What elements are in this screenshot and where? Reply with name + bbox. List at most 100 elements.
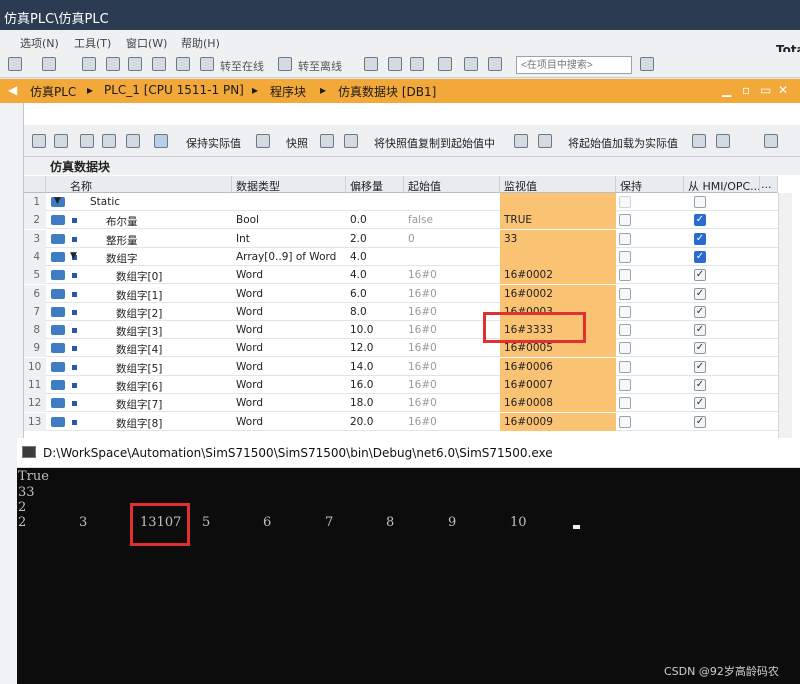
hmi-checkbox[interactable]: ✓ bbox=[694, 269, 706, 282]
row-start-value[interactable]: 16#0 bbox=[404, 394, 500, 412]
menu-options[interactable]: 选项(N) bbox=[20, 35, 59, 51]
add-row-icon[interactable] bbox=[54, 134, 68, 148]
header-hmi-access[interactable]: 从 HMI/OPC... bbox=[684, 176, 760, 193]
retain-checkbox[interactable] bbox=[619, 342, 631, 355]
row-name[interactable]: 数组字[1] bbox=[112, 285, 232, 303]
retain-checkbox[interactable] bbox=[619, 415, 631, 428]
simulation-icon[interactable] bbox=[152, 57, 166, 71]
stop-cpu-icon[interactable] bbox=[410, 57, 424, 71]
row-start-value[interactable]: 0 bbox=[404, 230, 500, 248]
back-arrow-icon[interactable]: ◀ bbox=[8, 83, 17, 97]
hmi-checkbox[interactable]: ✓ bbox=[694, 287, 706, 300]
row-name[interactable]: 布尔量 bbox=[102, 211, 232, 229]
table-row[interactable]: 6 数组字[1] Word 6.0 16#0 16#0002 ✓ bbox=[24, 284, 792, 303]
float-icon[interactable]: ▭ bbox=[760, 83, 771, 97]
table-row[interactable]: 7 数组字[2] Word 8.0 16#0 16#0003 ✓ bbox=[24, 302, 792, 321]
compile-icon[interactable] bbox=[82, 57, 96, 71]
load-start-icon[interactable] bbox=[692, 134, 706, 148]
row-name[interactable]: 整形量 bbox=[102, 230, 232, 248]
row-name[interactable]: 数组字[8] bbox=[112, 413, 232, 431]
retain-checkbox[interactable] bbox=[619, 305, 631, 318]
redo-icon[interactable] bbox=[42, 57, 56, 71]
go-offline-icon[interactable] bbox=[278, 57, 292, 71]
download-icon[interactable] bbox=[106, 57, 120, 71]
keep-actual-button[interactable]: 保持实际值 bbox=[186, 135, 241, 151]
start-cpu-icon[interactable] bbox=[388, 57, 402, 71]
row-name[interactable]: 数组字[3] bbox=[112, 321, 232, 339]
table-row[interactable]: 5 数组字[0] Word 4.0 16#0 16#0002 ✓ bbox=[24, 266, 792, 285]
hmi-checkbox[interactable]: ✓ bbox=[694, 360, 706, 373]
copy-start-icon[interactable] bbox=[514, 134, 528, 148]
retain-checkbox[interactable] bbox=[619, 360, 631, 373]
retain-checkbox[interactable] bbox=[619, 250, 631, 263]
table-row[interactable]: 1 ▼ Static bbox=[24, 193, 792, 211]
row-datatype[interactable]: Word bbox=[232, 376, 346, 394]
hmi-checkbox[interactable] bbox=[694, 196, 706, 208]
row-name[interactable]: 数组字[5] bbox=[112, 358, 232, 376]
keep-actual-icon[interactable] bbox=[256, 134, 270, 148]
breadcrumb-item[interactable]: PLC_1 [CPU 1511-1 PN] bbox=[104, 83, 244, 97]
insert-row-icon[interactable] bbox=[32, 134, 46, 148]
row-start-value[interactable]: false bbox=[404, 211, 500, 229]
load-start-alt-icon[interactable] bbox=[716, 134, 730, 148]
snapshot-copy-icon[interactable] bbox=[320, 134, 334, 148]
breadcrumb-item[interactable]: 仿真数据块 [DB1] bbox=[338, 83, 436, 100]
go-offline-button[interactable]: 转至离线 bbox=[298, 58, 342, 74]
retain-checkbox[interactable] bbox=[619, 214, 631, 227]
load-start-button[interactable]: 将起始值加载为实际值 bbox=[568, 135, 678, 151]
menu-help[interactable]: 帮助(H) bbox=[181, 35, 220, 51]
minimize-icon[interactable]: ▁ bbox=[722, 83, 731, 97]
menu-tools[interactable]: 工具(T) bbox=[74, 35, 111, 51]
header-start-value[interactable]: 起始值 bbox=[404, 176, 500, 193]
row-datatype[interactable]: Word bbox=[232, 413, 346, 431]
table-row[interactable]: 13 数组字[8] Word 20.0 16#0 16#0009 ✓ bbox=[24, 412, 792, 431]
row-datatype[interactable]: Word bbox=[232, 358, 346, 376]
row-name[interactable]: 数组字[6] bbox=[112, 376, 232, 394]
row-datatype[interactable]: Int bbox=[232, 230, 346, 248]
split-horizontal-icon[interactable] bbox=[464, 57, 478, 71]
header-datatype[interactable]: 数据类型 bbox=[232, 176, 346, 193]
undo-icon[interactable] bbox=[8, 57, 22, 71]
table-scrollbar[interactable] bbox=[778, 193, 792, 439]
row-datatype[interactable] bbox=[232, 193, 346, 211]
retain-checkbox[interactable] bbox=[619, 379, 631, 391]
collapse-all-icon[interactable] bbox=[102, 134, 116, 148]
table-row[interactable]: 11 数组字[6] Word 16.0 16#0 16#0007 ✓ bbox=[24, 376, 792, 394]
sim-stop-icon[interactable] bbox=[176, 57, 190, 71]
hmi-checkbox[interactable]: ✓ bbox=[694, 415, 706, 428]
table-row[interactable]: 8 数组字[3] Word 10.0 16#0 16#3333 ✓ bbox=[24, 321, 792, 340]
row-start-value[interactable]: 16#0 bbox=[404, 376, 500, 394]
row-start-value[interactable]: 16#0 bbox=[404, 266, 500, 284]
glasses-icon[interactable] bbox=[154, 134, 168, 148]
breadcrumb-item[interactable]: 程序块 bbox=[270, 83, 306, 100]
table-row[interactable]: 9 数组字[4] Word 12.0 16#0 16#0005 ✓ bbox=[24, 339, 792, 358]
search-go-icon[interactable] bbox=[640, 57, 654, 71]
retain-checkbox[interactable] bbox=[619, 287, 631, 300]
row-datatype[interactable]: Word bbox=[232, 285, 346, 303]
hmi-checkbox[interactable]: ✓ bbox=[694, 250, 706, 263]
row-start-value[interactable] bbox=[404, 193, 500, 211]
retain-checkbox[interactable] bbox=[619, 196, 631, 208]
row-datatype[interactable]: Word bbox=[232, 266, 346, 284]
snapshot-load-icon[interactable] bbox=[344, 134, 358, 148]
table-row[interactable]: 4 ▼ 数组字 Array[0..9] of Word 4.0 ✓ bbox=[24, 247, 792, 266]
row-datatype[interactable]: Word bbox=[232, 303, 346, 321]
accessible-devices-icon[interactable] bbox=[364, 57, 378, 71]
header-retain[interactable]: 保持 bbox=[616, 176, 684, 193]
row-name[interactable]: 数组字[4] bbox=[112, 339, 232, 357]
hmi-checkbox[interactable]: ✓ bbox=[694, 305, 706, 318]
row-start-value[interactable] bbox=[404, 248, 500, 266]
row-start-value[interactable]: 16#0 bbox=[404, 413, 500, 431]
expand-arrow-icon[interactable]: ▼ bbox=[70, 251, 77, 261]
row-datatype[interactable]: Word bbox=[232, 321, 346, 339]
table-row[interactable]: 10 数组字[5] Word 14.0 16#0 16#0006 ✓ bbox=[24, 357, 792, 376]
retain-checkbox[interactable] bbox=[619, 232, 631, 245]
row-name[interactable]: 数组字[0] bbox=[112, 266, 232, 284]
settings-icon[interactable] bbox=[764, 134, 778, 148]
row-datatype[interactable]: Bool bbox=[232, 211, 346, 229]
restore-icon[interactable]: ▫ bbox=[742, 83, 750, 97]
hmi-checkbox[interactable]: ✓ bbox=[694, 214, 706, 227]
go-online-icon[interactable] bbox=[200, 57, 214, 71]
row-name[interactable]: 数组字[7] bbox=[112, 394, 232, 412]
copy-snapshot-button[interactable]: 将快照值复制到起始值中 bbox=[374, 135, 495, 151]
